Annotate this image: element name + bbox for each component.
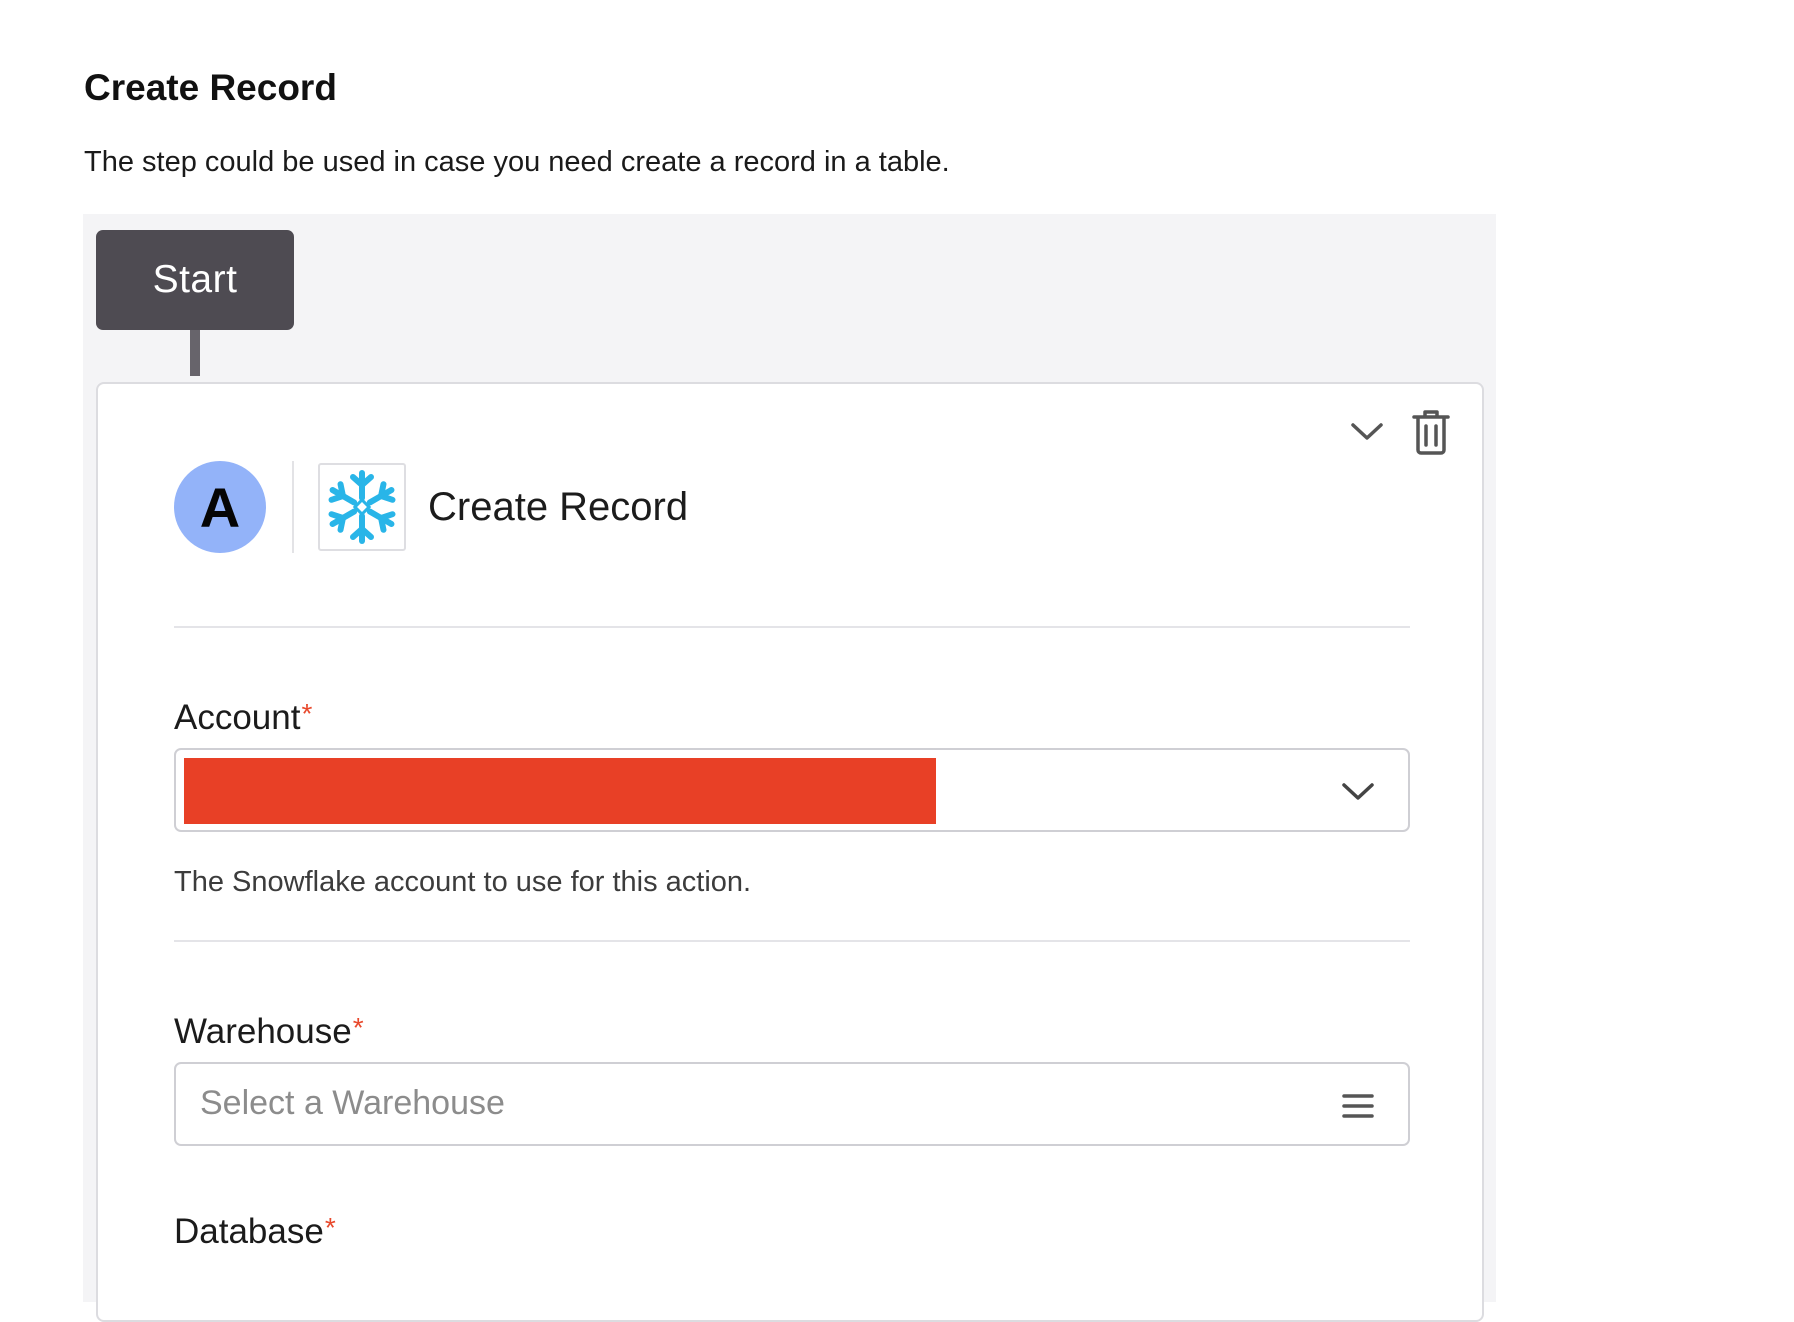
delete-step-button[interactable]	[1408, 406, 1454, 458]
snowflake-logo-icon	[318, 463, 406, 551]
step-card: A Create Record Account* The Snowflake a…	[96, 382, 1484, 1322]
divider	[174, 626, 1410, 628]
header-divider	[292, 461, 294, 553]
collapse-button[interactable]	[1344, 406, 1390, 458]
avatar: A	[174, 461, 266, 553]
page-description: The step could be used in case you need …	[84, 146, 950, 178]
trash-icon	[1412, 410, 1450, 455]
warehouse-placeholder: Select a Warehouse	[200, 1084, 505, 1122]
chevron-down-icon	[1351, 423, 1383, 440]
page-title: Create Record	[84, 67, 337, 108]
start-node-label: Start	[152, 258, 238, 301]
account-select[interactable]	[174, 748, 1410, 832]
redacted-account-value	[184, 758, 936, 824]
divider	[174, 940, 1410, 942]
list-menu-icon[interactable]	[1338, 1088, 1378, 1124]
required-marker: *	[352, 1012, 364, 1043]
step-header: A Create Record	[174, 460, 688, 554]
required-marker: *	[324, 1212, 336, 1243]
database-label: Database*	[174, 1212, 336, 1252]
warehouse-select[interactable]: Select a Warehouse	[174, 1062, 1410, 1146]
warehouse-label-text: Warehouse	[174, 1012, 352, 1051]
flow-connector	[190, 330, 200, 376]
account-help-text: The Snowflake account to use for this ac…	[174, 866, 752, 898]
account-label-text: Account	[174, 698, 301, 737]
required-marker: *	[301, 698, 313, 729]
step-title: Create Record	[428, 484, 689, 529]
chevron-down-icon	[1338, 772, 1378, 812]
avatar-letter: A	[199, 475, 241, 539]
step-card-actions	[1344, 406, 1454, 458]
workflow-canvas: Start A Create Record Account* The Snowf…	[83, 214, 1496, 1322]
warehouse-label: Warehouse*	[174, 1012, 364, 1052]
database-label-text: Database	[174, 1212, 324, 1251]
start-node[interactable]: Start	[96, 230, 294, 330]
account-label: Account*	[174, 698, 312, 738]
